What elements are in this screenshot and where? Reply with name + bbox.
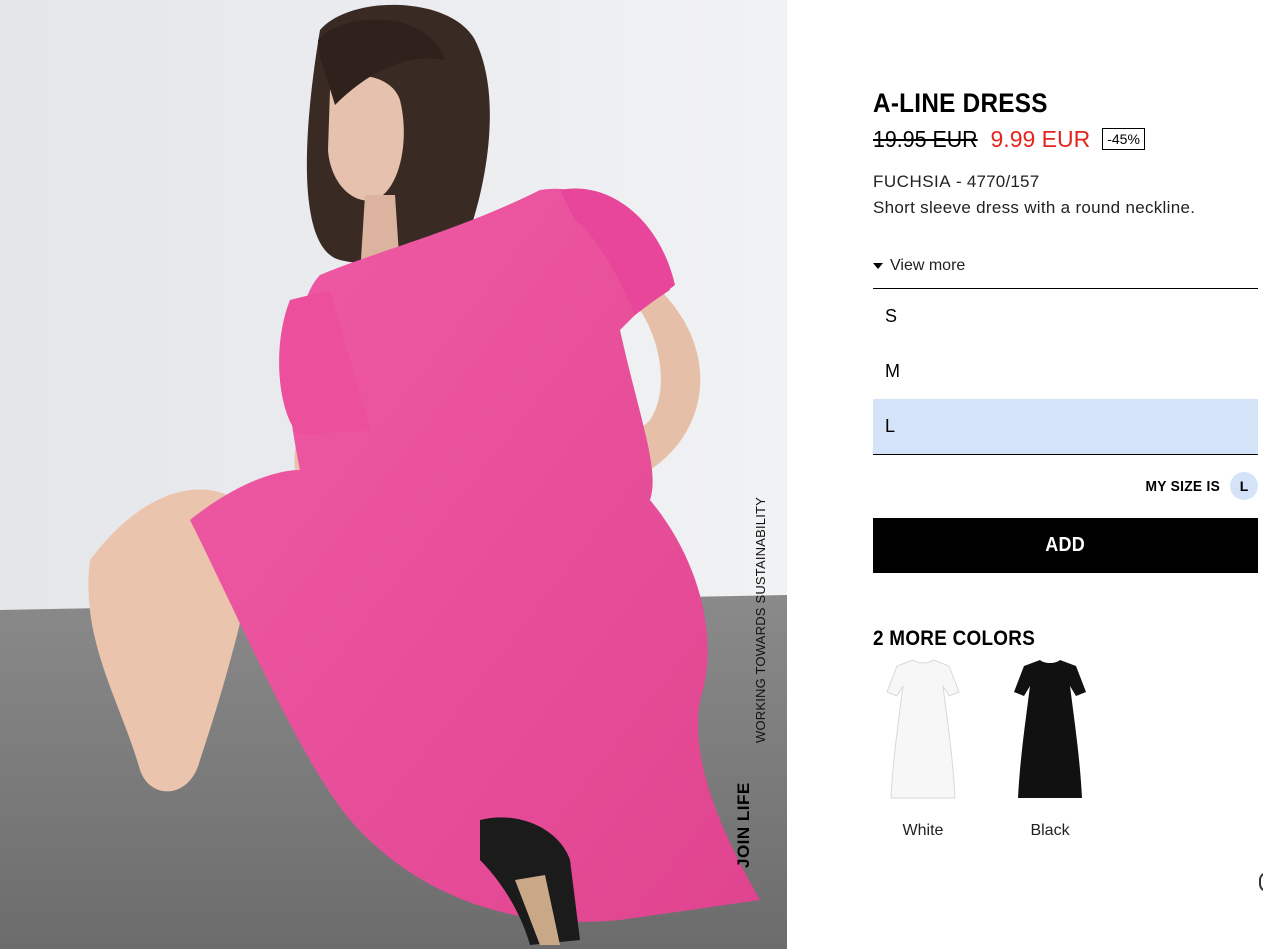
add-to-cart-button[interactable]: ADD: [873, 518, 1258, 573]
sustainability-label: WORKING TOWARDS SUSTAINABILITY: [753, 496, 768, 743]
old-price: 19.95 EUR: [873, 125, 978, 152]
join-life-label: JOIN LIFE: [734, 782, 753, 868]
color-reference: FUCHSIA - 4770/157: [873, 172, 1258, 192]
reference-number: 4770/157: [966, 172, 1040, 191]
model-image: [0, 0, 787, 949]
color-name: FUCHSIA: [873, 172, 952, 191]
my-size-row[interactable]: MY SIZE IS L: [873, 471, 1258, 501]
chat-widget-edge[interactable]: [1259, 872, 1263, 892]
color-swatch-label: White: [902, 822, 944, 839]
color-swatch-label: Black: [1030, 822, 1070, 839]
price-row: 19.95 EUR 9.99 EUR -45%: [873, 122, 1258, 156]
size-option-s[interactable]: S: [873, 289, 1258, 344]
reference-separator: -: [951, 172, 967, 191]
add-button-label: ADD: [1045, 534, 1086, 556]
my-size-label: MY SIZE IS: [1145, 477, 1220, 495]
color-swatches: White Black: [873, 658, 1258, 840]
view-more-label: View more: [890, 257, 966, 274]
size-selector: S M L: [873, 288, 1258, 455]
discount-badge: -45%: [1102, 128, 1145, 150]
product-photo[interactable]: JOIN LIFE WORKING TOWARDS SUSTAINABILITY: [0, 0, 787, 949]
color-swatch-white[interactable]: White: [873, 658, 973, 840]
size-option-l[interactable]: L: [873, 399, 1258, 454]
join-life-badge: JOIN LIFE WORKING TOWARDS SUSTAINABILITY: [734, 478, 768, 868]
my-size-chip[interactable]: L: [1230, 472, 1258, 500]
size-option-m[interactable]: M: [873, 344, 1258, 399]
caret-down-icon: [873, 263, 883, 269]
color-swatch-black[interactable]: Black: [1000, 658, 1100, 840]
white-dress-thumbnail: [886, 659, 960, 799]
sale-price: 9.99 EUR: [990, 125, 1091, 152]
view-more-toggle[interactable]: View more: [873, 256, 1258, 276]
product-title: A-LINE DRESS: [873, 88, 1048, 118]
more-colors-heading: 2 MORE COLORS: [873, 627, 1036, 650]
black-dress-thumbnail: [1014, 660, 1086, 798]
product-description: Short sleeve dress with a round neckline…: [873, 198, 1196, 217]
product-info-panel: A-LINE DRESS 19.95 EUR 9.99 EUR -45% FUC…: [873, 86, 1258, 840]
